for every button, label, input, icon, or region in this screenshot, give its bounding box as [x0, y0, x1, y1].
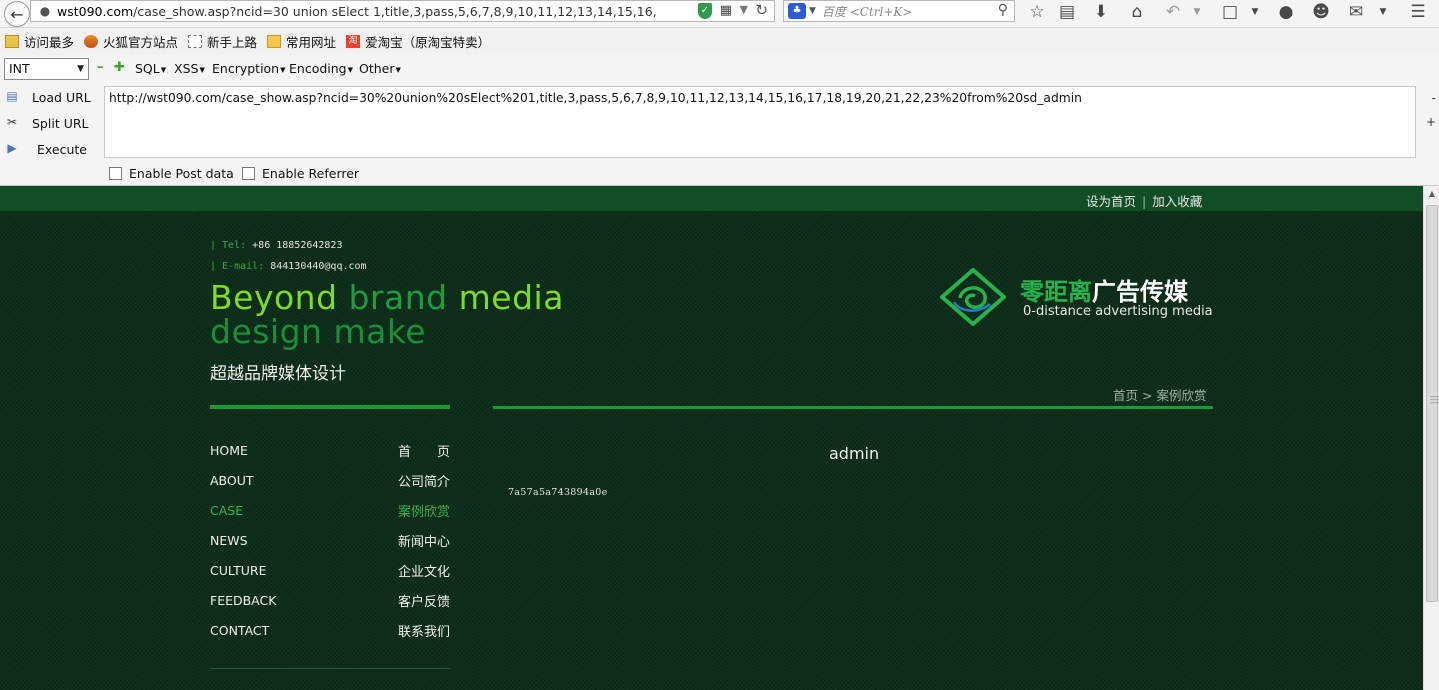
type-select[interactable]: INT ▼	[4, 58, 89, 80]
undo-icon[interactable]: ↶	[1162, 1, 1184, 23]
headline-secondary: design make	[210, 312, 427, 351]
crop-icon[interactable]: □	[1219, 1, 1241, 23]
star-folder-icon	[5, 35, 19, 48]
bookmark-star-icon[interactable]: ☆	[1026, 1, 1048, 23]
search-bar[interactable]: ♣ ▼ 百度 <Ctrl+K> ⚲	[783, 0, 1015, 22]
load-url-icon: ▤	[6, 89, 18, 103]
bookmark-item[interactable]: 访问最多	[5, 32, 74, 51]
breadcrumb-home[interactable]: 首页	[1113, 388, 1138, 403]
shield-icon[interactable]: ✓	[698, 3, 712, 19]
menu-xss[interactable]: XSS▼	[174, 61, 205, 76]
extension-dropdown-icon[interactable]: ▼	[1372, 1, 1394, 23]
grip-icon: ― ― ―	[1430, 392, 1439, 408]
chevron-down-icon[interactable]: ▼	[740, 3, 748, 16]
taobao-icon: 淘	[346, 35, 361, 48]
top-strip	[0, 186, 1423, 211]
case-content: 7a57a5a743894a0e	[508, 487, 608, 498]
nav-item-news[interactable]: NEWS 新闻中心	[210, 530, 450, 550]
undo-dropdown-icon[interactable]: ▼	[1186, 1, 1208, 23]
hackbar-panel: ▤ Load URL ✂ Split URL ▶ Execute http://…	[0, 83, 1439, 186]
execute-button[interactable]: ▶ Execute	[0, 137, 87, 161]
baidu-paw-icon[interactable]: ♣	[788, 3, 806, 19]
engine-dropdown-icon[interactable]: ▼	[809, 6, 816, 16]
enable-referrer-checkbox[interactable]: Enable Referrer	[242, 166, 359, 181]
load-url-button[interactable]: ▤ Load URL	[0, 85, 90, 109]
globe-icon: ●	[39, 4, 51, 18]
url-textarea[interactable]: http://wst090.com/case_show.asp?ncid=30%…	[104, 86, 1416, 158]
menu-encryption[interactable]: Encryption▼	[212, 61, 286, 76]
web-page: 设为首页 | 加入收藏 | Tel: +86 18852642823 | E-mai…	[0, 186, 1423, 690]
logo-chinese-name: 零距离广告传媒	[1020, 278, 1188, 306]
menu-encoding[interactable]: Encoding▼	[289, 61, 353, 76]
add-favorite-link[interactable]: 加入收藏	[1152, 194, 1202, 209]
sidebar-divider	[210, 405, 450, 409]
increase-icon[interactable]: ✚	[114, 60, 125, 75]
logo-english-name: 0-distance advertising media	[1023, 304, 1213, 319]
bookmark-item[interactable]: 常用网址	[267, 32, 336, 51]
top-links-divider: |	[1142, 194, 1147, 209]
bookmark-item[interactable]: 新手上路	[188, 32, 257, 51]
chat-icon[interactable]: ●	[1275, 1, 1297, 23]
download-icon[interactable]: ⬇	[1090, 1, 1112, 23]
shrink-button[interactable]: -	[1432, 91, 1436, 105]
nav-item-culture[interactable]: CULTURE 企业文化	[210, 560, 450, 580]
nav-item-feedback[interactable]: FEEDBACK 客户反馈	[210, 590, 450, 610]
vertical-scrollbar[interactable]: ▲ ― ― ―	[1423, 186, 1439, 690]
case-title: admin	[829, 444, 880, 463]
nav-item-home[interactable]: HOME 首 页	[210, 440, 450, 460]
breadcrumb-separator: >	[1142, 388, 1153, 403]
user-icon[interactable]: ☻	[1310, 1, 1332, 23]
browser-navbar: ← ● wst090.com/case_show.asp?ncid=30 uni…	[0, 0, 1439, 28]
split-url-button[interactable]: ✂ Split URL	[0, 111, 89, 135]
bookmarks-toolbar: 访问最多 火狐官方站点 新手上路 常用网址 淘 爱淘宝（原淘宝特卖）	[0, 28, 1439, 55]
scissors-icon: ✂	[6, 115, 18, 129]
set-homepage-link[interactable]: 设为首页	[1086, 194, 1136, 209]
home-icon[interactable]: ⌂	[1126, 1, 1148, 23]
back-arrow-icon[interactable]: ←	[4, 1, 30, 27]
breadcrumb-current[interactable]: 案例欣赏	[1157, 388, 1207, 403]
content-divider	[493, 406, 1213, 409]
scroll-thumb[interactable]: ― ― ―	[1426, 205, 1439, 602]
dashed-folder-icon	[188, 35, 203, 48]
address-bar[interactable]: ● wst090.com/case_show.asp?ncid=30 union…	[30, 0, 775, 22]
address-text[interactable]: wst090.com/case_show.asp?ncid=30 union s…	[57, 4, 657, 19]
nav-item-contact[interactable]: CONTACT 联系我们	[210, 620, 450, 640]
email-line: | E-mail: 844130440@qq.com	[210, 261, 367, 272]
menu-sql[interactable]: SQL▼	[135, 61, 166, 76]
decrease-icon[interactable]: –	[97, 60, 104, 75]
reload-icon[interactable]: ↻	[755, 1, 768, 19]
bookmark-item[interactable]: 淘 爱淘宝（原淘宝特卖）	[346, 32, 490, 51]
phone-line: | Tel: +86 18852642823	[210, 240, 343, 251]
checkbox-box[interactable]	[242, 167, 255, 180]
nav-bottom-divider	[210, 668, 450, 669]
folder-icon	[267, 35, 282, 48]
search-placeholder: 百度 <Ctrl+K>	[821, 4, 913, 19]
play-icon: ▶	[7, 141, 17, 155]
bookmark-item[interactable]: 火狐官方站点	[84, 32, 178, 51]
reading-list-icon[interactable]: ▤	[1056, 1, 1078, 23]
grow-button[interactable]: +	[1426, 115, 1436, 129]
hackbar-toolbar: INT ▼ – ✚ SQL▼ XSS▼ Encryption▼ Encoding…	[0, 55, 1439, 83]
breadcrumb: 首页 > 案例欣赏	[1113, 385, 1207, 404]
menu-icon[interactable]: ☰	[1407, 1, 1429, 23]
enable-post-checkbox[interactable]: Enable Post data	[109, 166, 234, 181]
checkbox-box[interactable]	[109, 167, 122, 180]
search-icon[interactable]: ⚲	[998, 2, 1008, 18]
company-logo-icon[interactable]	[940, 268, 1006, 326]
extension-icon[interactable]: ✉	[1345, 1, 1367, 23]
firefox-folder-icon	[84, 35, 99, 48]
slogan: 超越品牌媒体设计	[210, 364, 346, 384]
menu-other[interactable]: Other▼	[359, 61, 401, 76]
nav-item-case[interactable]: CASE 案例欣赏	[210, 500, 450, 520]
nav-item-about[interactable]: ABOUT 公司简介	[210, 470, 450, 490]
top-links: 设为首页 | 加入收藏	[1086, 191, 1202, 210]
qr-code-icon[interactable]: ▦	[720, 3, 732, 18]
crop-dropdown-icon[interactable]: ▼	[1244, 1, 1266, 23]
scroll-up-icon[interactable]: ▲	[1424, 186, 1439, 202]
chevron-down-icon: ▼	[77, 64, 84, 74]
